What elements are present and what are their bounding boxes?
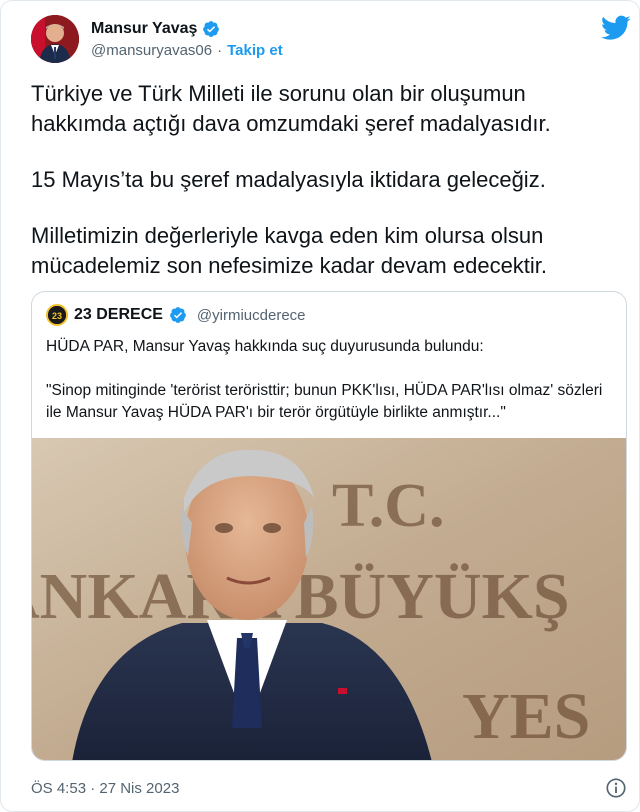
tweet-footer: ÖS 4:53 · 27 Nis 2023: [31, 777, 627, 799]
quoted-tweet-header: 23 23 DERECE @yirmiucderece: [46, 304, 306, 326]
verified-badge-icon: [202, 20, 220, 38]
twitter-bird-icon[interactable]: [601, 15, 631, 41]
quoted-author-handle[interactable]: @yirmiucderece: [197, 307, 306, 324]
author-avatar[interactable]: [31, 15, 79, 63]
tweet-paragraph: Milletimizin değerleriyle kavga eden kim…: [31, 223, 548, 278]
quoted-author-name[interactable]: 23 DERECE: [74, 306, 163, 324]
tweet-paragraph: 15 Mayıs’ta bu şeref madalyasıyla iktida…: [31, 167, 546, 192]
author-handle[interactable]: @mansuryavas06: [91, 42, 212, 59]
quoted-author-avatar[interactable]: 23: [46, 304, 68, 326]
quoted-tweet-body: HÜDA PAR, Mansur Yavaş hakkında suç duyu…: [46, 336, 616, 446]
follow-button[interactable]: Takip et: [227, 42, 283, 59]
tweet-card: Mansur Yavaş @mansuryavas06 · Takip et T…: [0, 0, 640, 812]
author-info: Mansur Yavaş @mansuryavas06 · Takip et: [91, 19, 283, 59]
author-name-row: Mansur Yavaş: [91, 19, 283, 39]
sign-line-1: T.C.: [332, 472, 445, 540]
author-handle-row: @mansuryavas06 · Takip et: [91, 42, 283, 59]
sign-line-3: YES: [462, 680, 590, 753]
author-display-name[interactable]: Mansur Yavaş: [91, 20, 197, 38]
tweet-paragraph: Türkiye ve Türk Milleti ile sorunu olan …: [31, 81, 551, 136]
handle-separator: ·: [217, 42, 223, 59]
tweet-timestamp[interactable]: ÖS 4:53 · 27 Nis 2023: [31, 780, 179, 797]
quoted-tweet[interactable]: 23 23 DERECE @yirmiucderece HÜDA PAR, Ma…: [31, 291, 627, 761]
info-icon[interactable]: [605, 777, 627, 799]
tweet-header: Mansur Yavaş @mansuryavas06 · Takip et: [31, 15, 631, 63]
quoted-paragraph: HÜDA PAR, Mansur Yavaş hakkında suç duyu…: [46, 338, 484, 355]
verified-badge-icon: [169, 306, 187, 324]
tweet-body: Türkiye ve Türk Milleti ile sorunu olan …: [31, 79, 621, 307]
quoted-tweet-photo[interactable]: T.C. ANKARA BÜYÜKŞ YES: [32, 438, 626, 760]
svg-text:23: 23: [52, 311, 62, 321]
quoted-paragraph: "Sinop mitinginde 'terörist teröristtir;…: [46, 382, 603, 421]
